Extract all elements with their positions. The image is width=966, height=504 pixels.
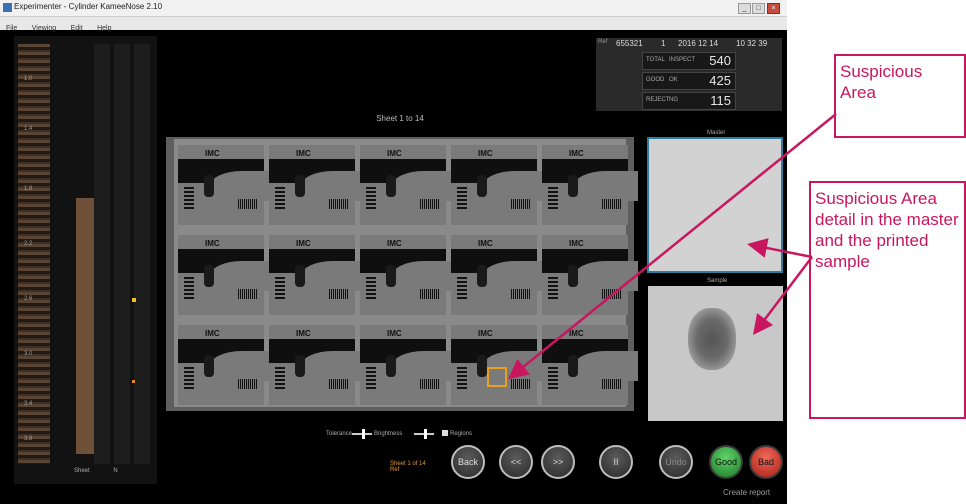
arrow-to-master <box>747 238 813 259</box>
annotation-arrows <box>508 113 837 380</box>
arrow-to-suspicious-area <box>508 113 837 380</box>
arrow-to-sample <box>752 256 813 335</box>
